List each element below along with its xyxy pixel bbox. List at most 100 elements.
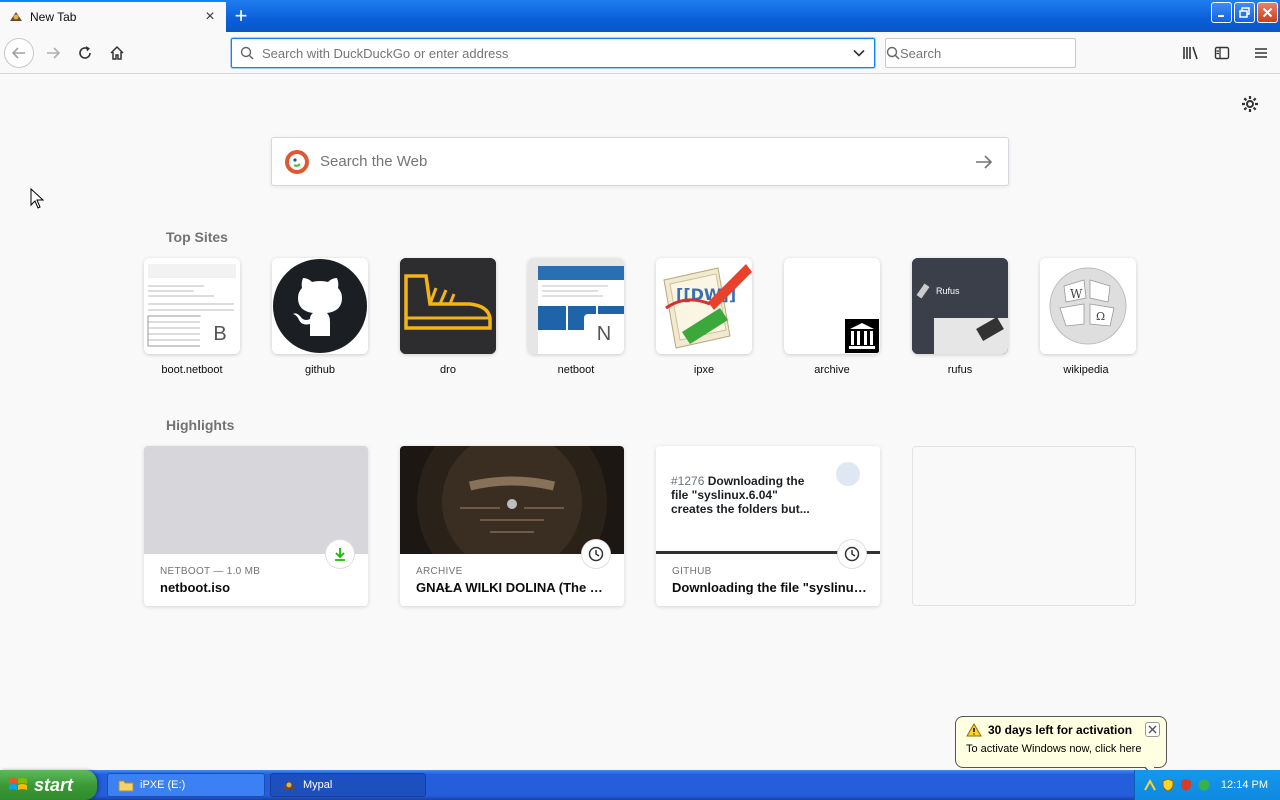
top-site-boot-netboot[interactable]: B: [144, 258, 240, 354]
search-icon: [886, 46, 900, 60]
activation-balloon[interactable]: 30 days left for activation To activate …: [955, 716, 1167, 779]
security-shield-icon[interactable]: [1161, 778, 1175, 792]
restore-button[interactable]: [1234, 2, 1255, 23]
home-button[interactable]: [102, 38, 132, 68]
mypal-favicon-icon: [8, 9, 24, 25]
navigation-toolbar: [0, 32, 1280, 74]
top-site-label: ipxe: [693, 364, 715, 376]
windows-logo-icon: [9, 778, 27, 790]
top-site-label: wikipedia: [1063, 364, 1109, 376]
highlights-heading: Highlights: [166, 417, 235, 433]
top-site-label: rufus: [947, 364, 973, 376]
svg-text:Rufus: Rufus: [936, 286, 960, 296]
new-tab-button[interactable]: +: [228, 3, 254, 28]
top-site-wikipedia[interactable]: W Ω: [1040, 258, 1136, 354]
library-icon: [1183, 46, 1198, 60]
top-site-label: archive: [814, 364, 850, 376]
card-source: ARCHIVE: [416, 566, 463, 577]
reload-button[interactable]: [70, 38, 100, 68]
taskbar-item-label: iPXE (E:): [140, 779, 186, 791]
hamburger-menu-icon: [1255, 48, 1267, 58]
search-bar[interactable]: [885, 38, 1076, 68]
taskbar-item-label: Mypal: [303, 779, 333, 791]
svg-text:W: W: [1070, 287, 1083, 301]
highlight-card-github[interactable]: #1276 Downloading the file "syslinux.6.0…: [656, 446, 880, 606]
highlight-card-netboot[interactable]: NETBOOT — 1.0 MB netboot.iso: [144, 446, 368, 606]
back-button[interactable]: [4, 38, 34, 68]
taskbar-item-ipxe[interactable]: iPXE (E:): [107, 773, 265, 797]
start-label: start: [34, 774, 74, 795]
top-site-dro[interactable]: [400, 258, 496, 354]
top-site-label: dro: [440, 364, 456, 376]
download-icon: [326, 540, 354, 568]
web-search-input[interactable]: [320, 153, 960, 170]
folder-icon: [118, 780, 134, 792]
back-arrow-icon: [11, 47, 25, 59]
update-icon[interactable]: [1197, 778, 1211, 792]
settings-gear-icon[interactable]: [1238, 92, 1262, 116]
system-tray: 12:14 PM: [1134, 770, 1280, 800]
top-site-label: boot.netboot: [161, 364, 223, 376]
card-title: GNAŁA WILKI DOLINA (The Wolf...: [416, 580, 612, 595]
forward-arrow-icon: [47, 47, 61, 59]
archive-temple-icon: [844, 318, 880, 354]
clock-icon: [838, 540, 866, 568]
top-site-rufus[interactable]: Rufus: [912, 258, 1008, 354]
taskbar: start iPXE (E:) Mypal 12:14 PM: [0, 770, 1280, 800]
card-image-issue-preview: #1276 Downloading the file "syslinux.6.0…: [656, 446, 880, 554]
search-input[interactable]: [900, 45, 1076, 61]
dro-boot-logo-icon: [400, 258, 496, 354]
top-site-label: github: [305, 364, 335, 376]
top-site-archive[interactable]: [784, 258, 880, 354]
home-icon: [110, 45, 124, 60]
card-source: GITHUB: [672, 566, 712, 577]
rufus-thumbnail: Rufus: [912, 258, 1008, 354]
tab-new-tab[interactable]: New Tab ×: [0, 0, 226, 32]
url-input[interactable]: [262, 45, 844, 61]
top-site-label: netboot: [557, 364, 595, 376]
tile-badge-letter: N: [584, 314, 624, 354]
balloon-close-icon[interactable]: [1145, 722, 1160, 737]
top-site-ipxe[interactable]: [[DW]]: [656, 258, 752, 354]
card-image: [144, 446, 368, 554]
chevron-down-icon[interactable]: [844, 46, 874, 60]
wikipedia-globe-icon: W Ω: [1040, 258, 1136, 354]
minimize-button[interactable]: [1211, 2, 1232, 23]
forward-button[interactable]: [38, 38, 68, 68]
svg-text:Ω: Ω: [1096, 310, 1105, 323]
tab-title: New Tab: [30, 10, 77, 24]
tab-close-icon[interactable]: ×: [200, 7, 220, 27]
highlight-card-archive[interactable]: ARCHIVE GNAŁA WILKI DOLINA (The Wolf...: [400, 446, 624, 606]
tile-badge-letter: B: [200, 314, 240, 354]
warning-icon: [966, 723, 982, 737]
mouse-cursor-icon: [30, 188, 44, 209]
issue-number: #1276: [671, 474, 705, 488]
security-alert-icon[interactable]: [1179, 778, 1193, 792]
network-icon[interactable]: [1143, 778, 1157, 792]
arrow-right-icon[interactable]: [960, 154, 1008, 170]
card-title: Downloading the file "syslinux.6...: [672, 580, 868, 595]
highlight-card-placeholder: [912, 446, 1136, 606]
clock-icon: [582, 540, 610, 568]
dokuwiki-logo-icon: [[DW]]: [656, 258, 752, 354]
card-source: NETBOOT — 1.0 MB: [160, 566, 261, 577]
clock: 12:14 PM: [1220, 779, 1268, 791]
card-title: netboot.iso: [160, 580, 231, 595]
start-button[interactable]: start: [0, 770, 97, 800]
window-controls: [1211, 2, 1278, 23]
top-site-netboot[interactable]: N: [528, 258, 624, 354]
library-button[interactable]: [1176, 38, 1206, 68]
url-bar[interactable]: [231, 38, 875, 68]
title-bar: New Tab × +: [0, 0, 1280, 32]
reload-icon: [79, 46, 91, 59]
duckduckgo-logo-icon: [285, 149, 309, 174]
top-site-github[interactable]: [272, 258, 368, 354]
balloon-message[interactable]: To activate Windows now, click here: [966, 743, 1158, 755]
github-logo-icon: [272, 258, 368, 354]
menu-button[interactable]: [1246, 38, 1276, 68]
web-search-box[interactable]: [271, 137, 1009, 186]
taskbar-item-mypal[interactable]: Mypal: [270, 773, 426, 797]
sidebar-icon: [1214, 46, 1230, 60]
sidebar-button[interactable]: [1207, 38, 1237, 68]
close-window-button[interactable]: [1257, 2, 1278, 23]
